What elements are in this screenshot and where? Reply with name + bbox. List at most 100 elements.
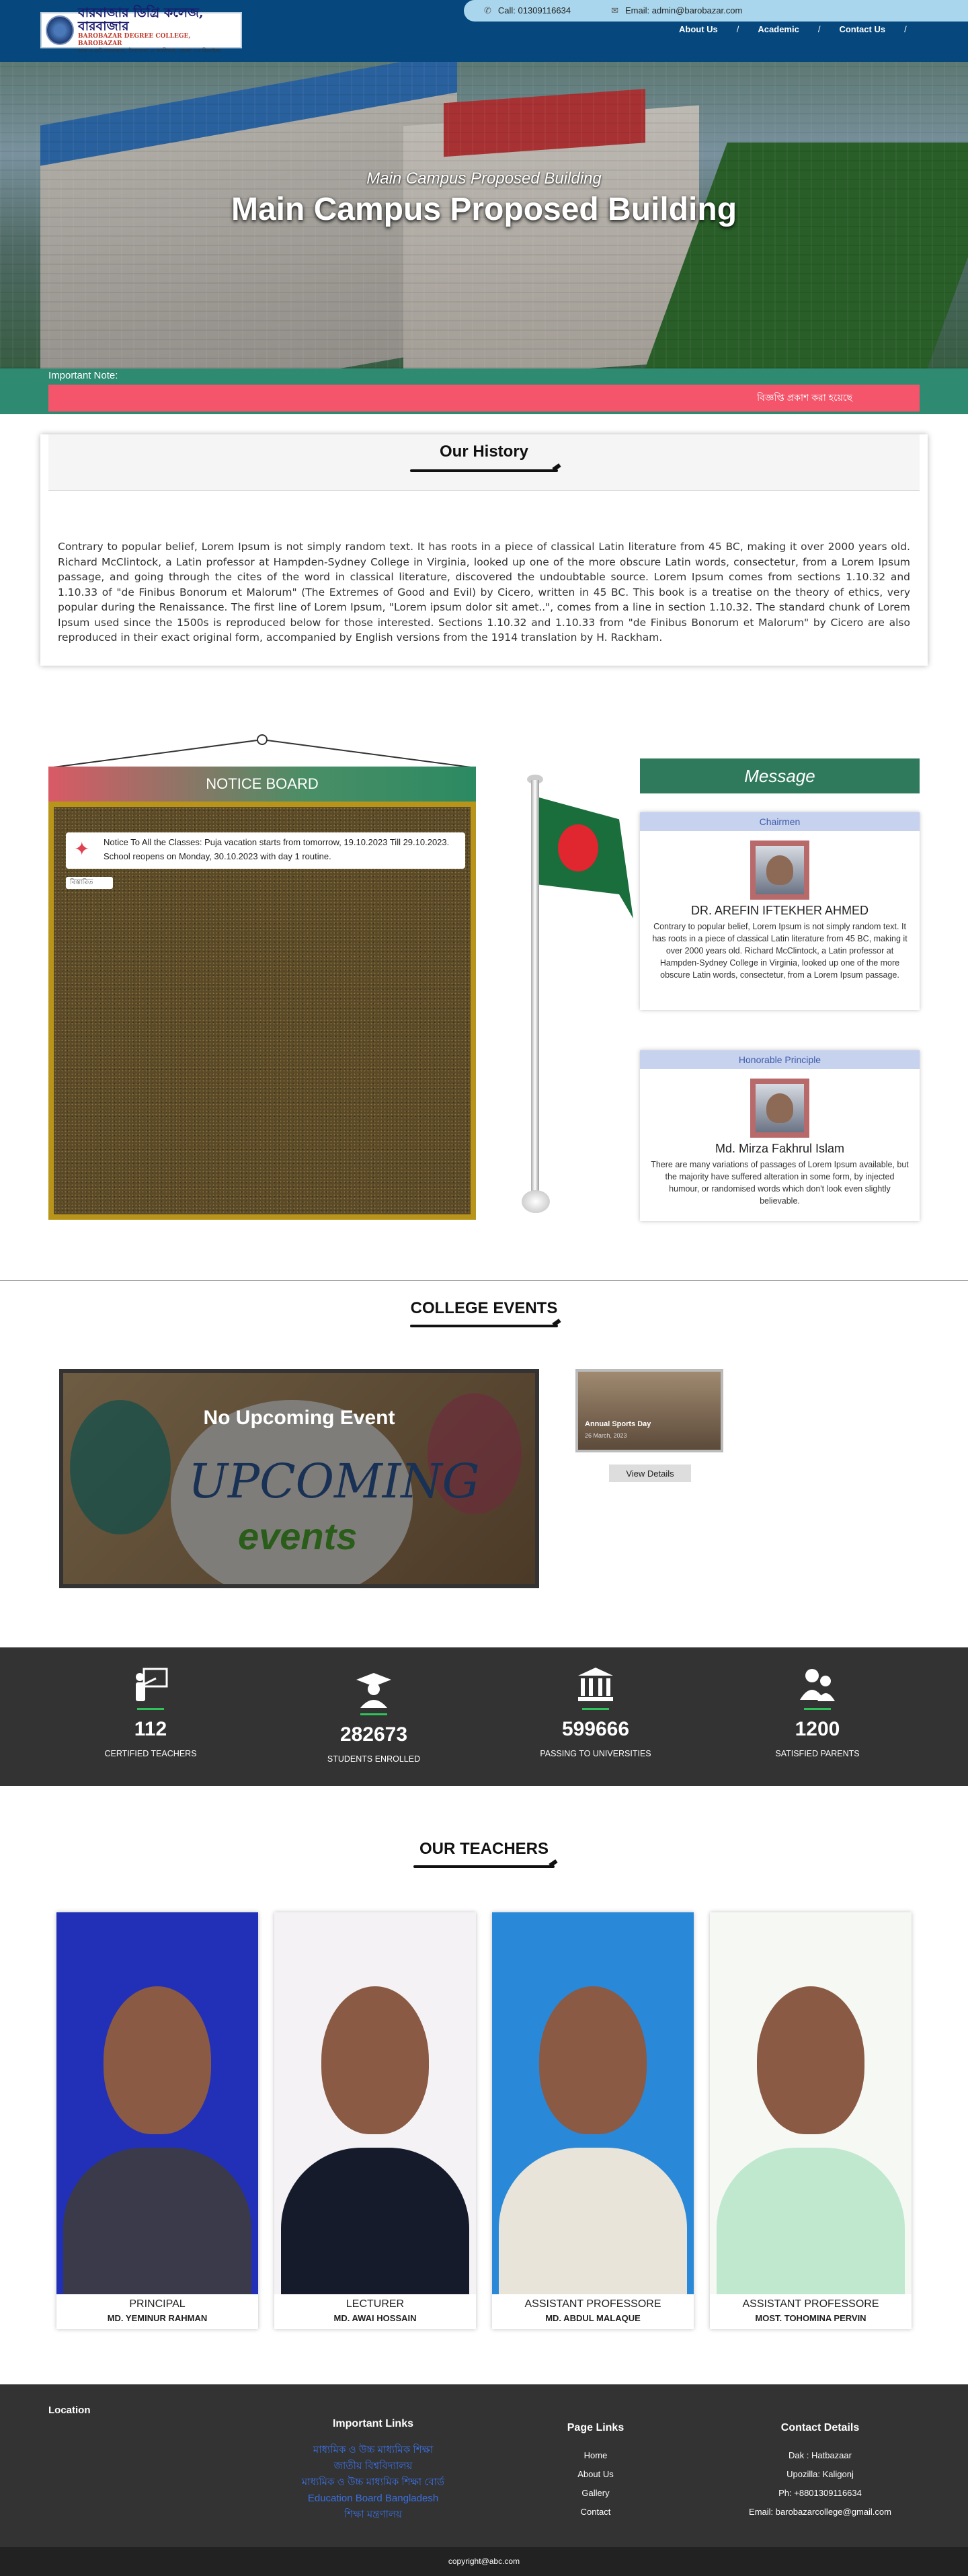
stat-label: STUDENTS ENROLLED <box>327 1754 421 1764</box>
page-links: Page Links Home About Us Gallery Contact <box>542 2422 649 2522</box>
principal-name: Md. Mirza Fakhrul Islam <box>715 1142 845 1155</box>
principal-message: There are many variations of passages of… <box>651 1160 909 1206</box>
footer-location: Location <box>48 2405 91 2416</box>
stat-value: 112 <box>134 1718 167 1740</box>
stat-label: PASSING TO UNIVERSITIES <box>540 1749 651 1758</box>
principal-role: Honorable Principle <box>640 1050 920 1069</box>
college-logo[interactable]: বারবাজার ডিগ্রি কলেজ, বারবাজার BAROBAZAR… <box>40 6 242 54</box>
footer-link[interactable]: Education Board Bangladesh <box>276 2491 471 2507</box>
contact-details: Contact Details Dak : Hatbazaar Upozilla… <box>726 2422 914 2522</box>
parents-icon <box>717 1666 918 1704</box>
chairman-name: DR. AREFIN IFTEKHER AHMED <box>690 904 869 917</box>
contact-phone[interactable]: Ph: +8801309116634 <box>726 2484 914 2503</box>
notice-board-title: NOTICE BOARD <box>48 767 476 802</box>
events-title: COLLEGE EVENTS <box>410 1299 558 1317</box>
footer-link[interactable]: মাধ্যমিক ও উচ্চ মাধ্যমিক শিক্ষা <box>276 2442 471 2458</box>
nav-separator: / <box>736 24 739 34</box>
contact-topbar: ✆ Call: 01309116634 ✉ Email: admin@barobaz… <box>464 0 968 22</box>
footer-link[interactable]: শিক্ষা মন্ত্রণালয় <box>276 2507 471 2523</box>
call-text[interactable]: Call: 01309116634 <box>498 5 571 15</box>
history-title: Our History <box>439 442 529 461</box>
logo-bangla-name: বারবাজার ডিগ্রি কলেজ, বারবাজার <box>78 5 204 34</box>
teacher-name: MD. ABDUL MALAQUE <box>545 2313 641 2323</box>
teachers-heading: OUR TEACHERS <box>0 1840 968 1868</box>
important-note-label: Important Note: <box>48 370 118 381</box>
event-caption: Annual Sports Day <box>585 1420 651 1428</box>
important-links-title: Important Links <box>332 2418 413 2429</box>
nav-contact-us[interactable]: Contact Us <box>839 24 885 34</box>
stat-value: 1200 <box>795 1718 840 1740</box>
teacher-card[interactable]: PRINCIPAL MD. YEMINUR RAHMAN <box>56 1912 258 2329</box>
stat-value: 599666 <box>561 1718 630 1740</box>
notice-ticker[interactable]: বিজ্ঞপ্তি প্রকাশ করা হয়েছে <box>48 385 920 412</box>
chairman-message: Contrary to popular belief, Lorem Ipsum … <box>652 922 908 980</box>
event-date: 26 March, 2023 <box>585 1432 627 1439</box>
notice-detail-link[interactable]: বিস্তারিত <box>66 877 113 889</box>
chairman-message-card[interactable]: Chairmen DR. AREFIN IFTEKHER AHMED Contr… <box>640 812 920 1010</box>
copyright: copyright@abc.com <box>0 2547 968 2576</box>
contact-email[interactable]: Email: barobazarcollege@gmail.com <box>726 2503 914 2522</box>
upcoming-events-banner: UPCOMING events No Upcoming Event <box>59 1369 539 1588</box>
notice-ticker-text[interactable]: বিজ্ঞপ্তি প্রকাশ করা হয়েছে <box>757 390 852 406</box>
chairman-role: Chairmen <box>640 812 920 831</box>
teacher-photo <box>710 1912 912 2294</box>
stat-label: SATISFIED PARENTS <box>775 1749 860 1758</box>
mail-icon: ✉ <box>611 5 618 15</box>
email-text[interactable]: Email: admin@barobazar.com <box>625 5 742 15</box>
notice-board-hanger <box>48 734 476 768</box>
important-note-section: Important Note: বিজ্ঞপ্তি প্রকাশ করা হয়… <box>0 368 968 414</box>
nav-separator: / <box>817 24 821 34</box>
title-underline <box>410 469 558 472</box>
teachers-title: OUR TEACHERS <box>419 1840 549 1858</box>
event-thumbnail[interactable]: Annual Sports Day 26 March, 2023 <box>575 1369 723 1452</box>
flagpole-base <box>522 1190 550 1213</box>
phone-icon: ✆ <box>484 5 491 15</box>
no-upcoming-event: No Upcoming Event <box>203 1407 395 1429</box>
stats-section: 112 CERTIFIED TEACHERS 282673 STUDENTS E… <box>0 1647 968 1786</box>
university-icon <box>495 1666 696 1704</box>
footer-link[interactable]: মাধ্যমিক ও উচ্চ মাধ্যমিক শিক্ষা বোর্ড <box>276 2474 471 2491</box>
title-underline <box>413 1865 555 1868</box>
view-details-button[interactable]: View Details <box>609 1465 691 1482</box>
message-title: Message <box>640 758 920 793</box>
footer-link[interactable]: জাতীয় বিশ্ববিদ্যালয় <box>276 2458 471 2474</box>
stat-parents: 1200 SATISFIED PARENTS <box>717 1666 918 1758</box>
notice-board: ✦ Notice To All the Classes: Puja vacati… <box>48 802 476 1220</box>
page-link-home[interactable]: Home <box>542 2446 649 2465</box>
stat-students: 282673 STUDENTS ENROLLED <box>273 1672 475 1764</box>
history-section: Our History Contrary to popular belief, … <box>40 434 928 666</box>
teacher-photo <box>274 1912 476 2294</box>
teacher-card[interactable]: ASSISTANT PROFESSORE MOST. TOHOMINA PERVI… <box>710 1912 912 2329</box>
teacher-card[interactable]: ASSISTANT PROFESSORE MD. ABDUL MALAQUE <box>492 1912 694 2329</box>
page-link-gallery[interactable]: Gallery <box>542 2484 649 2503</box>
notice-item[interactable]: ✦ Notice To All the Classes: Puja vacati… <box>66 832 465 869</box>
contact-upozilla: Upozilla: Kaligonj <box>787 2469 854 2479</box>
history-header: Our History <box>48 434 920 491</box>
notice-detail-label[interactable]: বিস্তারিত <box>70 879 93 886</box>
stat-label: CERTIFIED TEACHERS <box>104 1749 197 1758</box>
contact-title: Contact Details <box>780 2422 860 2433</box>
nav-separator: / <box>904 24 907 34</box>
teacher-name: MOST. TOHOMINA PERVIN <box>755 2313 866 2323</box>
flagpole <box>531 780 539 1210</box>
principal-message-card[interactable]: Honorable Principle Md. Mirza Fakhrul Is… <box>640 1050 920 1221</box>
teacher-position: ASSISTANT PROFESSORE <box>524 2298 661 2310</box>
bangladesh-flag-icon <box>539 797 633 919</box>
page-link-contact[interactable]: Contact <box>542 2503 649 2522</box>
stat-teachers: 112 CERTIFIED TEACHERS <box>50 1666 251 1758</box>
nav-academic[interactable]: Academic <box>758 24 799 34</box>
teacher-name: MD. YEMINUR RAHMAN <box>107 2313 208 2323</box>
teacher-photo <box>56 1912 258 2294</box>
page-link-about[interactable]: About Us <box>542 2465 649 2484</box>
notice-text[interactable]: Notice To All the Classes: Puja vacation… <box>104 837 449 861</box>
important-links: Important Links মাধ্যমিক ও উচ্চ মাধ্যমিক… <box>276 2418 471 2523</box>
title-underline <box>410 1325 558 1327</box>
stat-value: 282673 <box>339 1723 408 1746</box>
main-nav: About Us / Academic / Contact Us / <box>679 24 907 34</box>
hero-slider[interactable]: Main Campus Proposed Building Main Campu… <box>0 62 968 368</box>
chairman-photo <box>750 841 809 900</box>
stat-universities: 599666 PASSING TO UNIVERSITIES <box>495 1666 696 1758</box>
nav-about-us[interactable]: About Us <box>679 24 718 34</box>
teacher-card[interactable]: LECTURER MD. AWAI HOSSAIN <box>274 1912 476 2329</box>
teacher-position: LECTURER <box>346 2298 405 2310</box>
